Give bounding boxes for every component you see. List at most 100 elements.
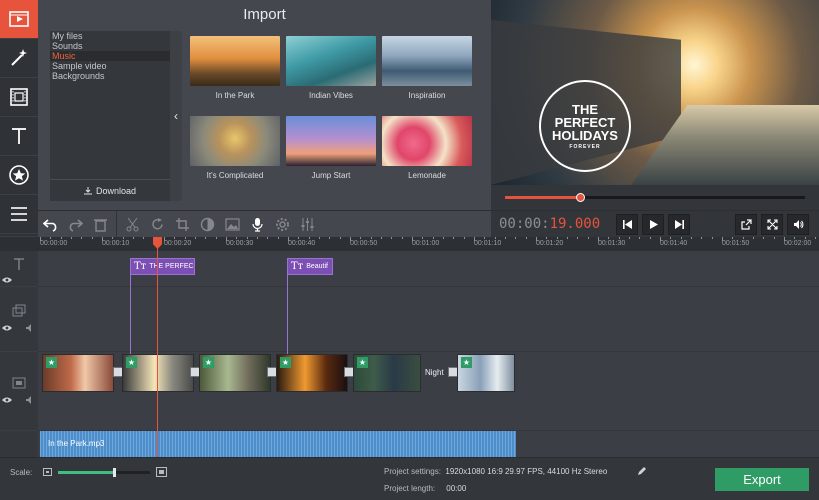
media-item-in-the-park[interactable]: In the Park bbox=[190, 36, 280, 100]
category-my-files[interactable]: My files bbox=[50, 31, 170, 41]
category-music[interactable]: Music bbox=[50, 51, 170, 61]
preview-seek-knob[interactable] bbox=[576, 193, 585, 202]
detach-preview-button[interactable] bbox=[735, 214, 757, 235]
media-item-label: In the Park bbox=[215, 91, 255, 100]
media-item-lemonade[interactable]: Lemonade bbox=[382, 116, 472, 180]
timecode-current: 19.000 bbox=[549, 216, 601, 232]
media-item-indian-vibes[interactable]: Indian Vibes bbox=[286, 36, 376, 100]
video-clip[interactable]: ★ bbox=[42, 354, 114, 392]
media-item-label: Inspiration bbox=[408, 91, 446, 100]
ruler-tick-mark bbox=[784, 237, 785, 241]
video-clip[interactable]: ★ bbox=[353, 354, 421, 392]
eye-icon[interactable] bbox=[2, 324, 12, 332]
scale-slider-knob[interactable] bbox=[113, 468, 117, 477]
redo-button[interactable] bbox=[63, 211, 88, 238]
list-menu-icon bbox=[11, 207, 27, 221]
ruler-tick-mark bbox=[680, 237, 682, 239]
collapse-panel-button[interactable]: ‹ bbox=[170, 31, 182, 201]
video-clip[interactable]: ★ bbox=[199, 354, 271, 392]
transport-bar: 00:00:19.000 bbox=[491, 210, 819, 237]
pencil-edit-icon[interactable] bbox=[637, 466, 647, 476]
record-audio-button[interactable] bbox=[245, 211, 270, 238]
trash-icon bbox=[94, 218, 107, 232]
category-backgrounds[interactable]: Backgrounds bbox=[50, 71, 170, 81]
edit-toolbar bbox=[38, 210, 491, 238]
more-tools-button[interactable] bbox=[0, 195, 38, 234]
ruler-tick-label: 00:02:00 bbox=[784, 240, 812, 247]
export-button[interactable]: Export bbox=[715, 468, 809, 491]
preview-progress bbox=[491, 185, 819, 210]
ruler-tick-mark bbox=[422, 237, 424, 239]
ruler-tick-mark bbox=[308, 237, 310, 239]
color-adjust-button[interactable] bbox=[195, 211, 220, 238]
media-item-inspiration[interactable]: Inspiration bbox=[382, 36, 472, 100]
media-thumbnail bbox=[286, 36, 376, 86]
title-clip[interactable]: Tт Beautif bbox=[287, 258, 333, 275]
speaker-icon[interactable] bbox=[26, 324, 34, 332]
video-preview bbox=[491, 0, 819, 185]
play-button[interactable] bbox=[642, 214, 664, 235]
titles-tool-button[interactable] bbox=[0, 117, 38, 156]
equalizer-button[interactable] bbox=[295, 211, 320, 238]
scale-slider[interactable] bbox=[58, 468, 150, 477]
eye-icon[interactable] bbox=[2, 276, 12, 284]
media-item-its-complicated[interactable]: It's Complicated bbox=[190, 116, 280, 180]
playhead[interactable] bbox=[153, 237, 162, 457]
timeline-ruler[interactable]: 00:00:00 00:00:10 00:00:20 00:00:30 00:00:40… bbox=[0, 237, 819, 251]
fullscreen-button[interactable] bbox=[761, 214, 783, 235]
video-clip[interactable]: ★ bbox=[122, 354, 194, 392]
ruler-tick-label: 00:00:00 bbox=[40, 240, 68, 247]
video-clip[interactable]: ★ bbox=[276, 354, 348, 392]
project-length-label: Project length: bbox=[384, 484, 436, 493]
volume-button[interactable] bbox=[787, 214, 809, 235]
ruler-tick-label: 00:00:30 bbox=[226, 240, 254, 247]
media-grid: In the Park Indian Vibes Inspiration It'… bbox=[190, 36, 480, 206]
ruler-tick-mark bbox=[412, 237, 413, 241]
redo-icon bbox=[69, 218, 83, 232]
zoom-in-icon[interactable] bbox=[156, 467, 167, 477]
import-tool-button[interactable] bbox=[0, 0, 38, 39]
equalizer-icon bbox=[301, 217, 314, 231]
scale-slider-fill bbox=[58, 471, 115, 474]
external-window-icon bbox=[740, 219, 752, 230]
ruler-tick-mark bbox=[587, 237, 589, 239]
title-clip-label: Beautif bbox=[306, 263, 328, 270]
clip-settings-button[interactable] bbox=[270, 211, 295, 238]
cut-button[interactable] bbox=[120, 211, 145, 238]
ruler-tick-mark bbox=[122, 237, 124, 239]
undo-button[interactable] bbox=[38, 211, 63, 238]
ruler-tick-mark bbox=[339, 237, 341, 239]
video-clip[interactable]: ★ bbox=[457, 354, 515, 392]
eye-icon[interactable] bbox=[2, 396, 12, 404]
rotate-button[interactable] bbox=[145, 211, 170, 238]
ruler-tick-mark bbox=[370, 237, 372, 239]
stickers-tool-button[interactable] bbox=[0, 156, 38, 195]
speaker-icon[interactable] bbox=[26, 396, 34, 404]
project-settings-label: Project settings: bbox=[384, 467, 441, 476]
skip-back-button[interactable] bbox=[616, 214, 638, 235]
download-button[interactable]: Download bbox=[50, 179, 170, 201]
media-item-jump-start[interactable]: Jump Start bbox=[286, 116, 376, 180]
media-thumbnail bbox=[382, 116, 472, 166]
category-sounds[interactable]: Sounds bbox=[50, 41, 170, 51]
ruler-tick-mark bbox=[277, 237, 279, 239]
ruler-tick-mark bbox=[164, 237, 165, 241]
delete-button[interactable] bbox=[88, 211, 113, 238]
skip-forward-button[interactable] bbox=[668, 214, 690, 235]
media-thumbnail bbox=[382, 36, 472, 86]
crop-button[interactable] bbox=[170, 211, 195, 238]
ruler-tick-mark bbox=[660, 237, 661, 241]
preview-seek-track[interactable] bbox=[505, 193, 805, 202]
filters-tool-button[interactable] bbox=[0, 39, 38, 78]
transitions-tool-button[interactable] bbox=[0, 78, 38, 117]
audio-clip[interactable]: In the Park.mp3 bbox=[40, 431, 516, 457]
scale-label: Scale: bbox=[10, 468, 33, 477]
category-sample-video[interactable]: Sample video bbox=[50, 61, 170, 71]
undo-icon bbox=[43, 218, 57, 232]
film-import-icon bbox=[9, 11, 29, 27]
image-button[interactable] bbox=[220, 211, 245, 238]
ruler-tick-mark bbox=[401, 237, 403, 239]
zoom-out-icon[interactable] bbox=[43, 468, 52, 476]
filmstrip-icon bbox=[10, 88, 28, 106]
title-clip[interactable]: Tт THE PERFEC bbox=[130, 258, 195, 275]
